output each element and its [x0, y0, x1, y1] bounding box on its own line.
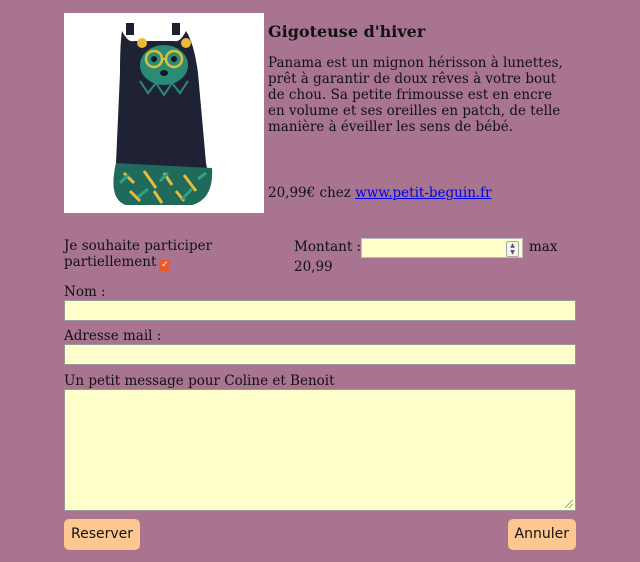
cancel-button[interactable]: Annuler [507, 519, 576, 550]
email-field[interactable] [64, 344, 576, 365]
amount-stepper[interactable]: ▲ ▼ [506, 241, 519, 257]
max-label: max [529, 239, 558, 255]
product-description: Panama est un mignon hérisson à lunettes… [268, 55, 563, 135]
resize-handle-icon[interactable] [565, 500, 573, 508]
product-price: 20,99€ chez www.petit-beguin.fr [268, 185, 492, 201]
message-label: Un petit message pour Coline et Benoit [64, 373, 335, 389]
shop-link[interactable]: www.petit-beguin.fr [355, 185, 491, 201]
participate-checkbox[interactable]: ✓ [159, 260, 171, 271]
max-value: 20,99 [294, 259, 333, 275]
sleeping-bag-illustration [113, 23, 213, 205]
product-image [64, 13, 264, 213]
email-label: Adresse mail : [64, 328, 162, 344]
product-title: Gigoteuse d'hiver [268, 22, 426, 41]
participate-label: Je souhaite participer partiellement [64, 238, 213, 270]
price-text: 20,99€ chez [268, 185, 356, 201]
reserve-button[interactable]: Reserver [64, 519, 141, 550]
name-field[interactable] [64, 300, 576, 321]
amount-input[interactable]: ▲ ▼ [361, 238, 523, 258]
participate-option[interactable]: Je souhaite participer partiellement ✓ [64, 238, 264, 271]
amount-label: Montant : [294, 239, 362, 255]
message-textarea[interactable] [64, 389, 576, 511]
name-label: Nom : [64, 284, 106, 300]
